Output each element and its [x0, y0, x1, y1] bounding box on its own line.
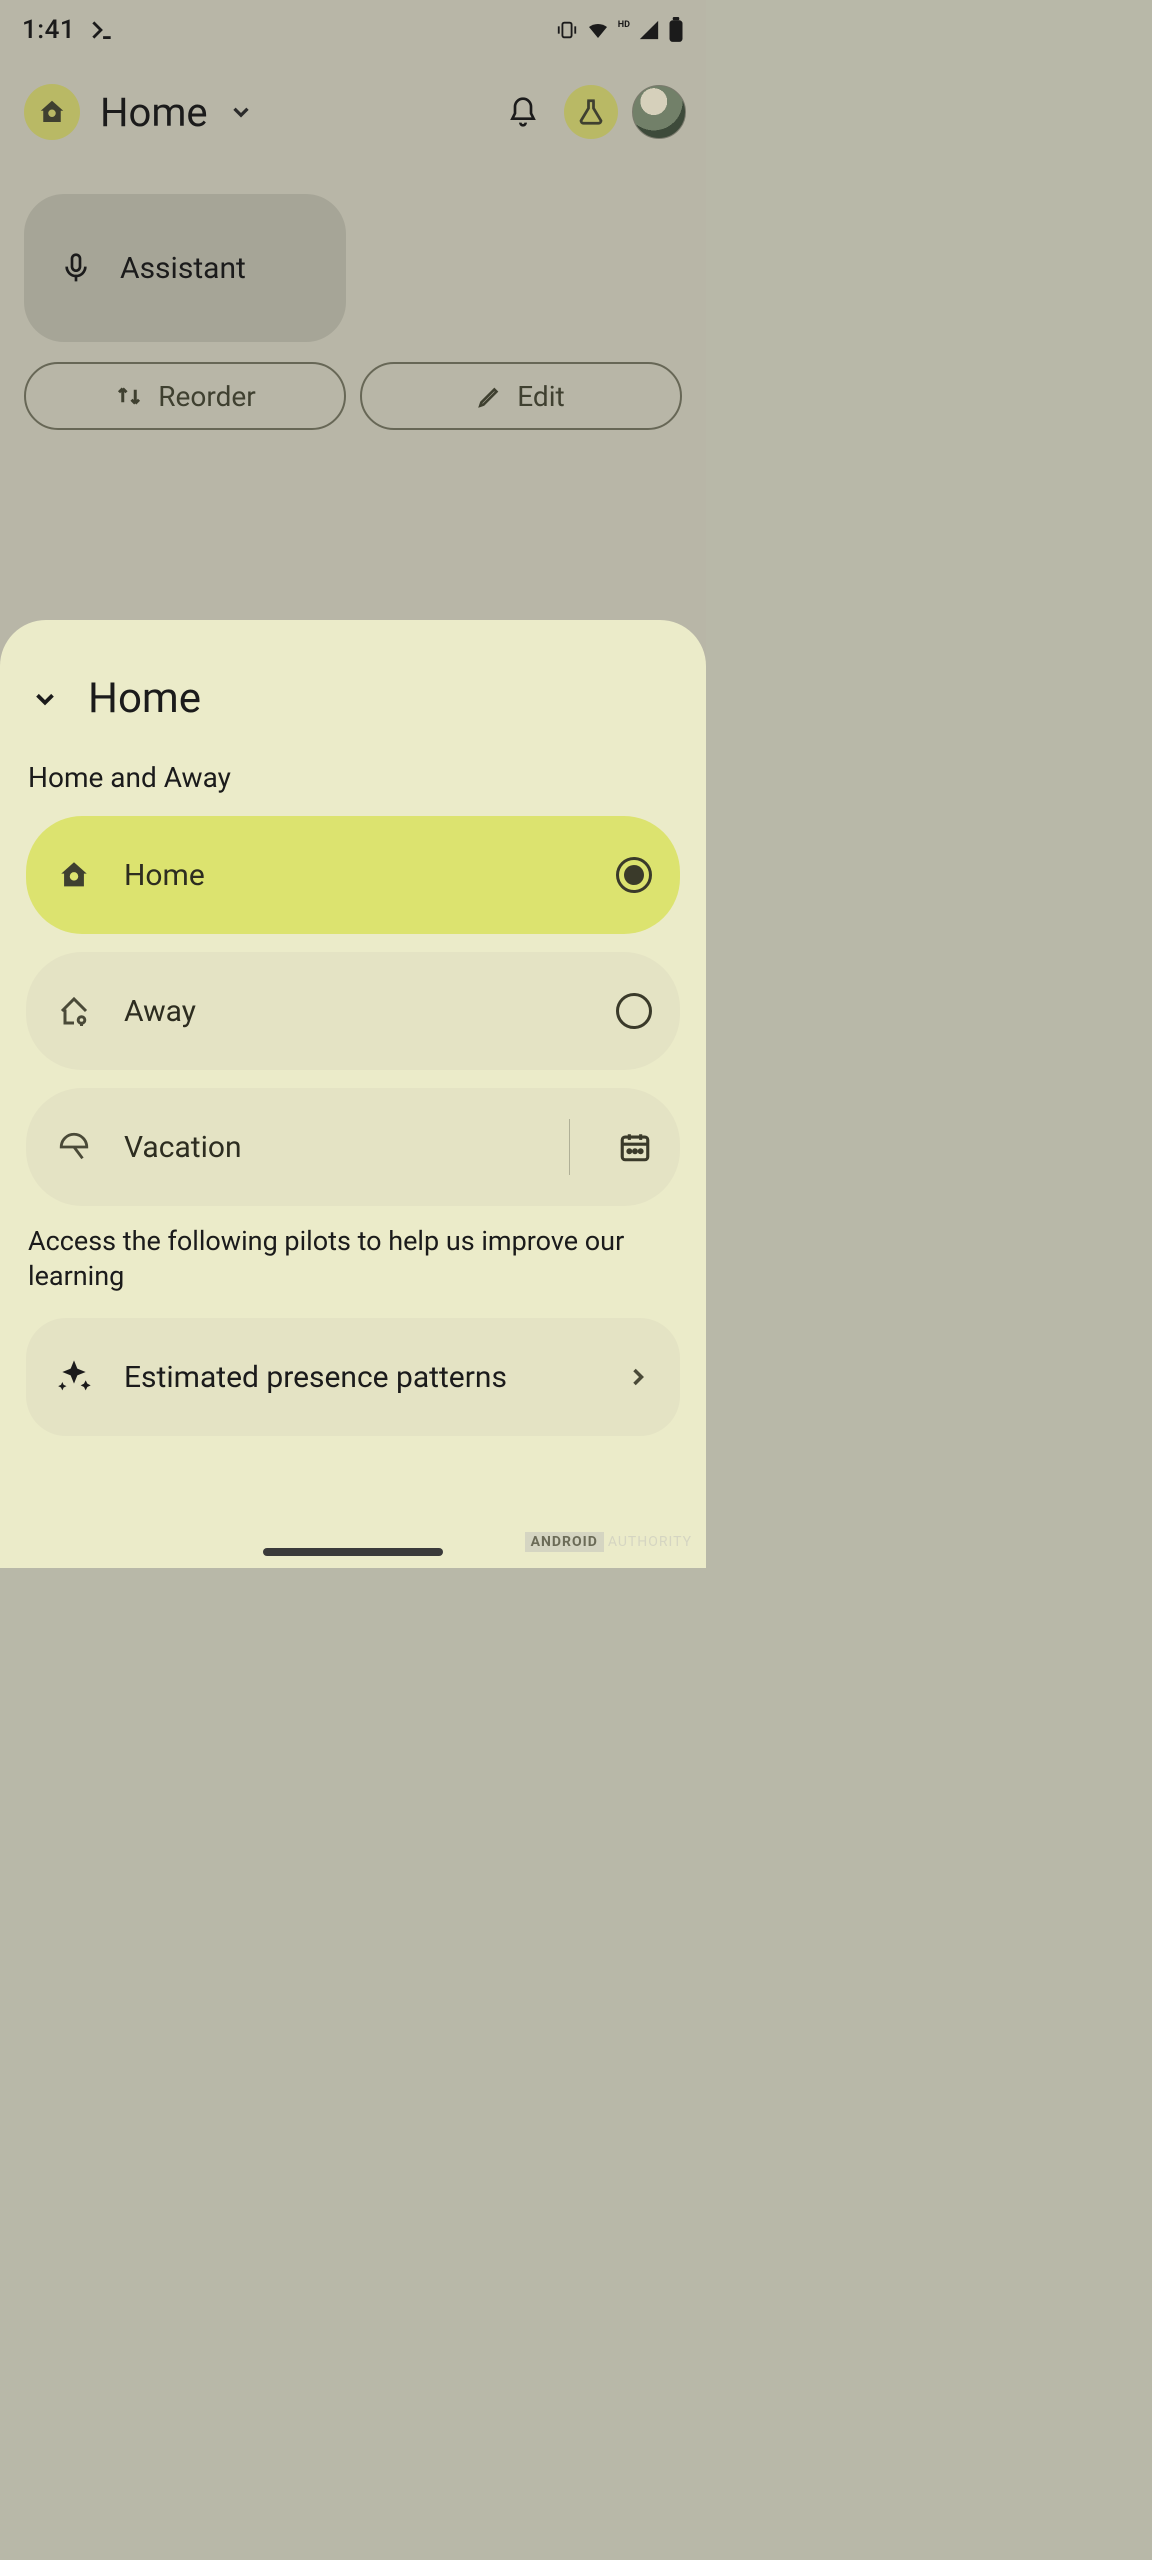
sparkle-icon [54, 1357, 94, 1397]
labs-button[interactable] [564, 85, 618, 139]
edit-label: Edit [517, 380, 564, 413]
flask-icon [576, 97, 606, 127]
terminal-icon [89, 17, 115, 43]
bottom-sheet: Home Home and Away Home Away Vacation Ac… [0, 620, 706, 1568]
option-away-label: Away [124, 994, 586, 1029]
pilots-hint: Access the following pilots to help us i… [28, 1224, 678, 1294]
status-time: 1:41 [22, 15, 75, 45]
option-home[interactable]: Home [26, 816, 680, 934]
app-bar: Home [0, 60, 706, 164]
reorder-label: Reorder [158, 380, 255, 413]
watermark: ANDROIDAUTHORITY [525, 1534, 692, 1550]
navigation-handle[interactable] [263, 1548, 443, 1556]
bell-icon [507, 96, 539, 128]
battery-icon [668, 17, 684, 43]
presence-patterns-label: Estimated presence patterns [124, 1360, 594, 1395]
calendar-icon[interactable] [618, 1130, 652, 1164]
presence-patterns-item[interactable]: Estimated presence patterns [26, 1318, 680, 1436]
chevron-down-icon[interactable] [228, 99, 254, 125]
section-label: Home and Away [28, 761, 678, 794]
option-vacation-label: Vacation [124, 1130, 521, 1165]
hd-indicator: HD [618, 20, 630, 30]
signal-icon [638, 19, 660, 41]
radio-selected-icon [616, 857, 652, 893]
option-vacation[interactable]: Vacation [26, 1088, 680, 1206]
sheet-title: Home [88, 674, 201, 723]
avatar[interactable] [632, 85, 686, 139]
option-home-label: Home [124, 858, 586, 893]
home-icon [57, 858, 91, 892]
vibrate-icon [556, 19, 578, 41]
mic-icon [60, 252, 92, 284]
edit-button[interactable]: Edit [360, 362, 682, 430]
umbrella-icon [57, 1130, 91, 1164]
reorder-button[interactable]: Reorder [24, 362, 346, 430]
wifi-icon [586, 18, 610, 42]
reorder-icon [114, 381, 144, 411]
radio-unselected-icon [616, 993, 652, 1029]
assistant-label: Assistant [120, 251, 246, 286]
away-icon [56, 993, 92, 1029]
notifications-button[interactable] [496, 85, 550, 139]
option-away[interactable]: Away [26, 952, 680, 1070]
pencil-icon [477, 383, 503, 409]
app-title[interactable]: Home [100, 89, 208, 136]
collapse-icon[interactable] [30, 684, 60, 714]
status-bar: 1:41 HD [0, 0, 706, 60]
home-chip-icon[interactable] [24, 84, 80, 140]
chevron-right-icon [624, 1363, 652, 1391]
assistant-card[interactable]: Assistant [24, 194, 346, 342]
separator [569, 1119, 570, 1175]
